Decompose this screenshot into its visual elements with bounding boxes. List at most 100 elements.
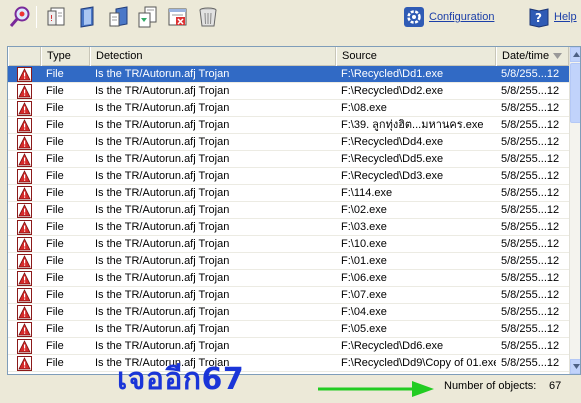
cell-type: File	[46, 340, 64, 352]
cell-source: F:\39. ลูกทุ่งฮิต...มหานคร.exe	[341, 119, 484, 131]
quarantine-icon[interactable]	[76, 5, 100, 29]
table-row[interactable]: File Is the TR/Autorun.afj Trojan F:\10.ex…	[8, 236, 569, 253]
cell-detection: Is the TR/Autorun.afj Trojan	[95, 204, 230, 216]
svg-text:!: !	[50, 14, 53, 23]
table-row[interactable]: File Is the TR/Autorun.afj Trojan F:\Recyc…	[8, 355, 569, 372]
scroll-up-arrow-icon[interactable]	[570, 47, 580, 62]
cell-detection: Is the TR/Autorun.afj Trojan	[95, 221, 230, 233]
restore-to-icon[interactable]	[136, 5, 160, 29]
table-row[interactable]: File Is the TR/Autorun.afj Trojan F:\114.e…	[8, 185, 569, 202]
table-row[interactable]: File Is the TR/Autorun.afj Trojan F:\Recyc…	[8, 83, 569, 100]
configuration-button[interactable]: Configuration	[403, 6, 494, 28]
svg-text:?: ?	[535, 11, 542, 25]
cell-type: File	[46, 221, 64, 233]
cell-detection: Is the TR/Autorun.afj Trojan	[95, 85, 230, 97]
table-row[interactable]: File Is the TR/Autorun.afj Trojan F:\Recyc…	[8, 66, 569, 83]
help-button[interactable]: ? Help	[528, 6, 577, 28]
warning-icon	[9, 219, 41, 236]
cell-source: F:\07.exe	[341, 289, 387, 301]
col-detection-header[interactable]: Detection	[90, 47, 336, 66]
table-row[interactable]: File Is the TR/Autorun.afj Trojan F:\08.ex…	[8, 100, 569, 117]
cell-source: F:\02.exe	[341, 204, 387, 216]
scroll-down-arrow-icon[interactable]	[570, 359, 580, 374]
cell-type: File	[46, 238, 64, 250]
col-type-header[interactable]: Type	[41, 47, 90, 66]
cell-detection: Is the TR/Autorun.afj Trojan	[95, 289, 230, 301]
table-row[interactable]: File Is the TR/Autorun.afj Trojan F:\Recyc…	[8, 168, 569, 185]
cell-type: File	[46, 187, 64, 199]
cell-source: F:\06.exe	[341, 272, 387, 284]
cell-type: File	[46, 357, 64, 369]
warning-icon	[9, 134, 41, 151]
cell-detection: Is the TR/Autorun.afj Trojan	[95, 306, 230, 318]
warning-icon	[9, 66, 41, 83]
warning-icon	[9, 202, 41, 219]
configuration-gear-icon	[404, 7, 424, 27]
cell-datetime: 5/8/255...12	[501, 136, 560, 148]
warning-icon	[9, 321, 41, 338]
file-info-icon[interactable]: !	[45, 5, 69, 29]
cell-datetime: 5/8/255...12	[501, 340, 560, 352]
trash-bin-icon[interactable]	[196, 5, 220, 29]
cell-detection: Is the TR/Autorun.afj Trojan	[95, 323, 230, 335]
cell-type: File	[46, 289, 64, 301]
cell-type: File	[46, 255, 64, 267]
cell-detection: Is the TR/Autorun.afj Trojan	[95, 153, 230, 165]
table-body: File Is the TR/Autorun.afj Trojan F:\Recyc…	[8, 66, 569, 372]
cell-source: F:\114.exe	[341, 187, 393, 199]
table-row[interactable]: File Is the TR/Autorun.afj Trojan F:\03.ex…	[8, 219, 569, 236]
cell-datetime: 5/8/255...12	[501, 102, 560, 114]
table-row[interactable]: File Is the TR/Autorun.afj Trojan F:\Recyc…	[8, 151, 569, 168]
warning-icon	[9, 168, 41, 185]
col-source-header[interactable]: Source	[336, 47, 496, 66]
cell-type: File	[46, 68, 64, 80]
warning-icon	[9, 185, 41, 202]
restore-icon[interactable]	[107, 5, 131, 29]
detections-table: Type Detection Source Date/time File Is t…	[7, 46, 581, 375]
table-row[interactable]: File Is the TR/Autorun.afj Trojan F:\04.ex…	[8, 304, 569, 321]
cell-type: File	[46, 153, 64, 165]
cell-datetime: 5/8/255...12	[501, 255, 560, 267]
table-row[interactable]: File Is the TR/Autorun.afj Trojan F:\Recyc…	[8, 338, 569, 355]
cell-source: F:\Recycled\Dd4.exe	[341, 136, 444, 148]
cell-datetime: 5/8/255...12	[501, 68, 560, 80]
warning-icon	[9, 236, 41, 253]
cell-type: File	[46, 170, 64, 182]
cell-datetime: 5/8/255...12	[501, 204, 560, 216]
table-row[interactable]: File Is the TR/Autorun.afj Trojan F:\01.ex…	[8, 253, 569, 270]
cell-detection: Is the TR/Autorun.afj Trojan	[95, 170, 230, 182]
cell-datetime: 5/8/255...12	[501, 85, 560, 97]
table-row[interactable]: File Is the TR/Autorun.afj Trojan F:\02.ex…	[8, 202, 569, 219]
cell-type: File	[46, 85, 64, 97]
warning-icon	[9, 338, 41, 355]
col-icon-header[interactable]	[8, 47, 41, 66]
cell-datetime: 5/8/255...12	[501, 289, 560, 301]
warning-icon	[9, 100, 41, 117]
scrollbar-thumb[interactable]	[570, 63, 580, 123]
cell-detection: Is the TR/Autorun.afj Trojan	[95, 136, 230, 148]
col-datetime-header[interactable]: Date/time	[496, 47, 569, 66]
table-row[interactable]: File Is the TR/Autorun.afj Trojan F:\07.ex…	[8, 287, 569, 304]
cell-datetime: 5/8/255...12	[501, 238, 560, 250]
configuration-label: Configuration	[429, 11, 495, 23]
cell-detection: Is the TR/Autorun.afj Trojan	[95, 272, 230, 284]
vertical-scrollbar[interactable]	[569, 47, 580, 374]
warning-icon	[9, 151, 41, 168]
cell-datetime: 5/8/255...12	[501, 187, 560, 199]
warning-icon	[9, 83, 41, 100]
cell-source: F:\08.exe	[341, 102, 387, 114]
table-row[interactable]: File Is the TR/Autorun.afj Trojan F:\05.ex…	[8, 321, 569, 338]
table-row[interactable]: File Is the TR/Autorun.afj Trojan F:\39. ล…	[8, 117, 569, 134]
cell-datetime: 5/8/255...12	[501, 170, 560, 182]
table-row[interactable]: File Is the TR/Autorun.afj Trojan F:\06.ex…	[8, 270, 569, 287]
table-row[interactable]: File Is the TR/Autorun.afj Trojan F:\Recyc…	[8, 134, 569, 151]
cell-source: F:\03.exe	[341, 221, 387, 233]
scan-magnifier-icon[interactable]	[8, 5, 32, 29]
cell-source: F:\05.exe	[341, 323, 387, 335]
cell-detection: Is the TR/Autorun.afj Trojan	[95, 119, 230, 131]
toolbar: ! Configuration ? Help	[0, 0, 581, 38]
delete-icon[interactable]	[166, 5, 190, 29]
cell-type: File	[46, 323, 64, 335]
help-label: Help	[554, 11, 577, 23]
warning-icon	[9, 270, 41, 287]
